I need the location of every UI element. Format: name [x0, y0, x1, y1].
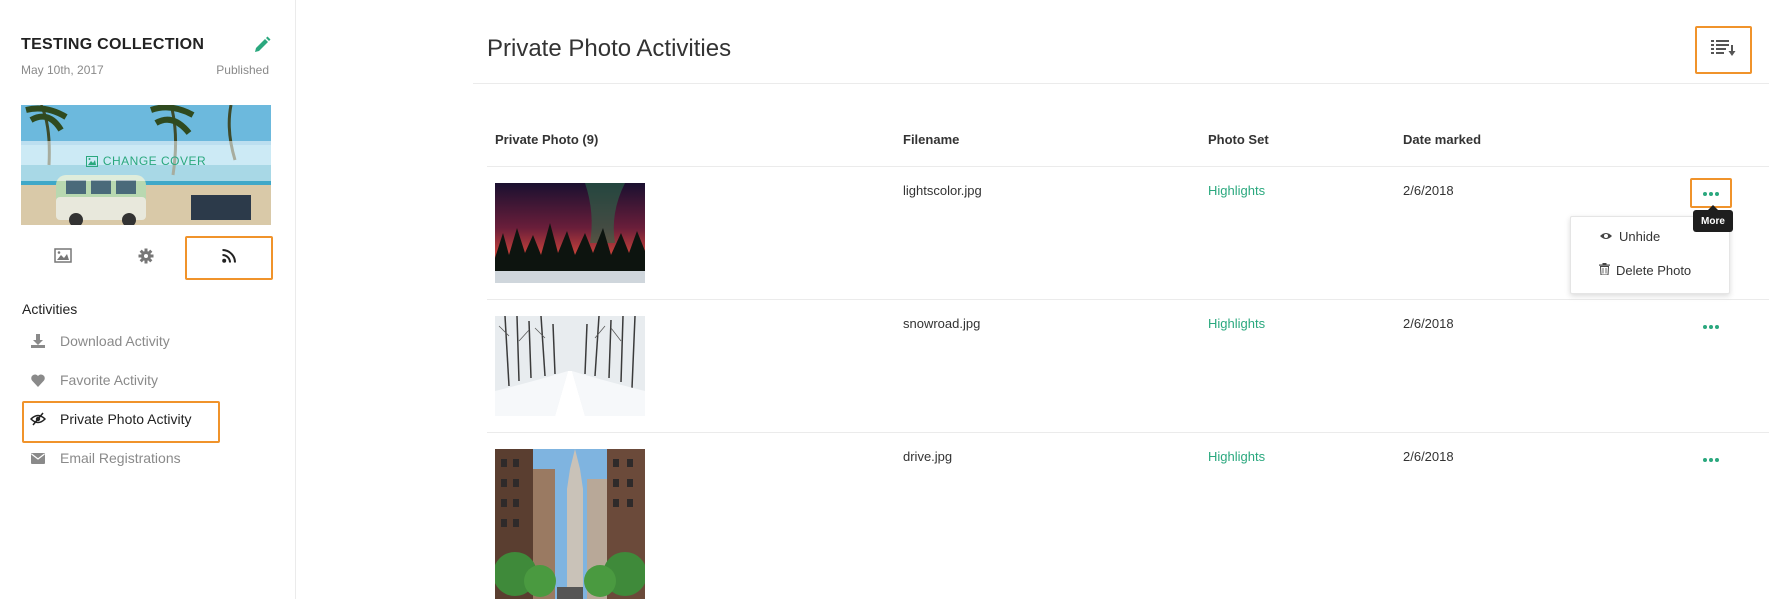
- divider: [487, 166, 1769, 167]
- tab-settings[interactable]: [104, 236, 187, 280]
- sidebar: TESTING COLLECTION May 10th, 2017 Publis…: [0, 0, 296, 599]
- gear-icon: [138, 248, 154, 269]
- more-button[interactable]: [1697, 317, 1725, 337]
- date-cell: 2/6/2018: [1403, 449, 1454, 464]
- more-tooltip: More: [1693, 205, 1733, 232]
- pencil-icon[interactable]: [253, 36, 271, 54]
- sidebar-tabs: [21, 236, 273, 280]
- sidebar-item-label: Download Activity: [60, 333, 170, 349]
- list-sort-icon: [1710, 39, 1737, 62]
- photo-set-link[interactable]: Highlights: [1208, 316, 1265, 331]
- divider: [487, 299, 1769, 300]
- menu-item-label: Delete Photo: [1616, 262, 1692, 278]
- column-header-private-photo[interactable]: Private Photo (9): [495, 132, 598, 147]
- menu-item-unhide[interactable]: Unhide: [1599, 226, 1660, 246]
- collection-date: May 10th, 2017: [21, 63, 104, 77]
- download-icon: [30, 333, 46, 349]
- highlight-box: [1690, 178, 1732, 208]
- filename-cell: snowroad.jpg: [903, 316, 981, 331]
- page-title: Private Photo Activities: [487, 35, 732, 62]
- filename-cell: drive.jpg: [903, 449, 953, 464]
- collection-status: Published: [216, 63, 269, 77]
- envelope-icon: [30, 450, 46, 466]
- filename-cell: lightscolor.jpg: [903, 183, 982, 198]
- divider: [487, 432, 1769, 433]
- more-button[interactable]: [1697, 450, 1725, 470]
- change-cover-button[interactable]: CHANGE COVER: [21, 141, 271, 181]
- sidebar-item-email-registrations[interactable]: Email Registrations: [30, 443, 250, 473]
- tab-activities[interactable]: [185, 236, 273, 280]
- photo-set-link[interactable]: Highlights: [1208, 183, 1265, 198]
- date-cell: 2/6/2018: [1403, 316, 1454, 331]
- photo-thumbnail[interactable]: [495, 316, 645, 416]
- tab-photos[interactable]: [21, 236, 104, 280]
- sort-button[interactable]: [1695, 26, 1752, 74]
- divider: [473, 83, 1769, 84]
- image-icon: [85, 155, 98, 167]
- rss-icon: [222, 248, 236, 268]
- cover-image: CHANGE COVER: [21, 105, 271, 225]
- menu-item-delete-photo[interactable]: Delete Photo: [1599, 260, 1691, 280]
- highlight-box: [22, 401, 220, 443]
- column-header-photo-set[interactable]: Photo Set: [1208, 132, 1269, 147]
- sidebar-item-label: Email Registrations: [60, 450, 181, 466]
- sidebar-item-label: Favorite Activity: [60, 372, 159, 388]
- column-header-date-marked[interactable]: Date marked: [1403, 132, 1481, 147]
- sidebar-item-favorite-activity[interactable]: Favorite Activity: [30, 365, 250, 395]
- eye-icon: [1599, 229, 1613, 244]
- heart-icon: [30, 372, 46, 388]
- image-icon: [53, 248, 72, 268]
- change-cover-label: CHANGE COVER: [102, 154, 207, 168]
- activities-heading: Activities: [22, 301, 78, 317]
- menu-item-label: Unhide: [1619, 228, 1661, 244]
- photo-set-link[interactable]: Highlights: [1208, 449, 1265, 464]
- collection-title: TESTING COLLECTION: [21, 36, 205, 53]
- trash-icon: [1599, 262, 1610, 278]
- photo-thumbnail[interactable]: [495, 183, 645, 283]
- column-header-filename[interactable]: Filename: [903, 132, 959, 147]
- sidebar-item-download-activity[interactable]: Download Activity: [30, 326, 250, 356]
- photo-thumbnail[interactable]: [495, 449, 645, 599]
- date-cell: 2/6/2018: [1403, 183, 1454, 198]
